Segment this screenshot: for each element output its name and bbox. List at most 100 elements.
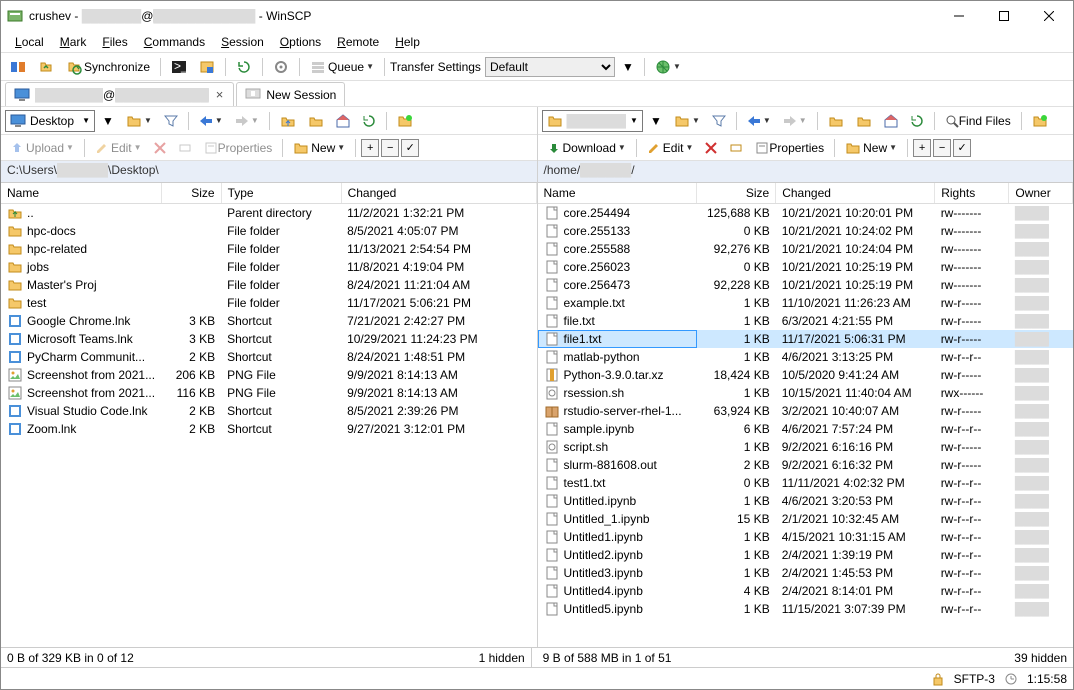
remote-home-button[interactable] (879, 110, 903, 132)
minimize-button[interactable] (936, 2, 981, 31)
list-item[interactable]: file1.txt1 KB11/17/2021 5:06:31 PMrw-r--… (538, 330, 1073, 348)
menu-commands[interactable]: Commands (136, 33, 213, 51)
col-size[interactable]: Size (161, 183, 221, 204)
remote-new-button[interactable]: New▼ (840, 137, 902, 159)
local-forward-button[interactable]: ▼ (230, 110, 264, 132)
list-item[interactable]: core.254494125,688 KB10/21/2021 10:20:01… (538, 204, 1073, 223)
upload-button[interactable]: Upload▼ (5, 137, 79, 159)
remote-filter-button[interactable] (707, 110, 731, 132)
maximize-button[interactable] (981, 2, 1026, 31)
menu-session[interactable]: Session (213, 33, 272, 51)
list-item[interactable]: Untitled4.ipynb4 KB2/4/2021 8:14:01 PMrw… (538, 582, 1073, 600)
local-properties-button[interactable]: Properties (199, 137, 278, 159)
local-minus-button[interactable]: − (381, 139, 399, 157)
list-item[interactable]: Untitled.ipynb1 KB4/6/2021 3:20:53 PMrw-… (538, 492, 1073, 510)
list-item[interactable]: Untitled1.ipynb1 KB4/15/2021 10:31:15 AM… (538, 528, 1073, 546)
session-tab-active[interactable]: ████████@███████████ × (5, 82, 234, 106)
remote-delete-button[interactable] (700, 137, 722, 159)
list-item[interactable]: Python-3.9.0.tar.xz18,424 KB10/5/2020 9:… (538, 366, 1073, 384)
list-item[interactable]: script.sh1 KB9/2/2021 6:16:16 PMrw-r----… (538, 438, 1073, 456)
list-item[interactable]: Untitled3.ipynb1 KB2/4/2021 1:45:53 PMrw… (538, 564, 1073, 582)
local-open-folder-button[interactable]: ▼ (121, 110, 157, 132)
compare-dirs-button[interactable] (5, 56, 31, 78)
local-root-button[interactable] (303, 110, 329, 132)
sync-browse-button[interactable] (33, 56, 59, 78)
menu-help[interactable]: Help (387, 33, 428, 51)
list-item[interactable]: core.2560230 KB10/21/2021 10:25:19 PMrw-… (538, 258, 1073, 276)
list-item[interactable]: ..Parent directory11/2/2021 1:32:21 PM (1, 204, 536, 223)
list-item[interactable]: hpc-docsFile folder8/5/2021 4:05:07 PM (1, 222, 536, 240)
list-item[interactable]: Untitled_1.ipynb15 KB2/1/2021 10:32:45 A… (538, 510, 1073, 528)
list-item[interactable]: rstudio-server-rhel-1...63,924 KB3/2/202… (538, 402, 1073, 420)
local-up-button[interactable] (275, 110, 301, 132)
local-rename-button[interactable] (173, 137, 197, 159)
remote-forward-button[interactable]: ▼ (778, 110, 812, 132)
col-owner[interactable]: Owner (1009, 183, 1073, 204)
col-name[interactable]: Name (538, 183, 697, 204)
col-name[interactable]: Name (1, 183, 161, 204)
list-item[interactable]: Visual Studio Code.lnk2 KBShortcut8/5/20… (1, 402, 536, 420)
queue-button[interactable]: Queue ▼ (305, 56, 379, 78)
remote-refresh-button[interactable] (905, 110, 929, 132)
list-item[interactable]: slurm-881608.out2 KB9/2/2021 6:16:32 PMr… (538, 456, 1073, 474)
col-changed[interactable]: Changed (341, 183, 536, 204)
remote-bookmarks-caret[interactable]: ▼ (645, 110, 667, 132)
add-to-putty-button[interactable] (194, 56, 220, 78)
menu-files[interactable]: Files (94, 33, 135, 51)
local-edit-button[interactable]: Edit▼ (90, 137, 147, 159)
new-session-tab[interactable]: New Session (236, 82, 345, 106)
local-new-button[interactable]: New▼ (288, 137, 350, 159)
list-item[interactable]: test1.txt0 KB11/11/2021 4:02:32 PMrw-r--… (538, 474, 1073, 492)
local-bookmarks-caret[interactable]: ▼ (97, 110, 119, 132)
list-item[interactable]: Untitled5.ipynb1 KB11/15/2021 3:07:39 PM… (538, 600, 1073, 618)
remote-file-list[interactable]: Name Size Changed Rights Owner core.2544… (538, 183, 1074, 647)
remote-open-folder-button[interactable]: ▼ (669, 110, 705, 132)
col-size[interactable]: Size (697, 183, 776, 204)
transfer-settings-select[interactable]: Default (485, 57, 615, 77)
col-type[interactable]: Type (221, 183, 341, 204)
settings-button[interactable] (268, 56, 294, 78)
col-rights[interactable]: Rights (935, 183, 1009, 204)
col-changed[interactable]: Changed (776, 183, 935, 204)
refresh-button[interactable] (231, 56, 257, 78)
local-bookmark-add-button[interactable] (392, 110, 418, 132)
menu-mark[interactable]: Mark (52, 33, 95, 51)
local-back-button[interactable]: ▼ (194, 110, 228, 132)
list-item[interactable]: Master's ProjFile folder8/24/2021 11:21:… (1, 276, 536, 294)
remote-rename-button[interactable] (724, 137, 748, 159)
local-file-list[interactable]: Name Size Type Changed ..Parent director… (1, 183, 537, 647)
list-item[interactable]: matlab-python1 KB4/6/2021 3:13:25 PMrw-r… (538, 348, 1073, 366)
local-delete-button[interactable] (149, 137, 171, 159)
list-item[interactable]: Screenshot from 2021...116 KBPNG File9/9… (1, 384, 536, 402)
list-item[interactable]: Screenshot from 2021...206 KBPNG File9/9… (1, 366, 536, 384)
find-files-button[interactable]: Find Files (940, 110, 1016, 132)
list-item[interactable]: Untitled2.ipynb1 KB2/4/2021 1:39:19 PMrw… (538, 546, 1073, 564)
local-plus-button[interactable]: + (361, 139, 379, 157)
remote-properties-button[interactable]: Properties (750, 137, 829, 159)
close-button[interactable] (1026, 2, 1071, 31)
list-item[interactable]: PyCharm Communit...2 KBShortcut8/24/2021… (1, 348, 536, 366)
local-check-button[interactable]: ✓ (401, 139, 419, 157)
remote-dir-select[interactable]: ███████ ▼ (542, 110, 643, 132)
remote-root-button[interactable] (851, 110, 877, 132)
list-item[interactable]: testFile folder11/17/2021 5:06:21 PM (1, 294, 536, 312)
close-tab-icon[interactable]: × (214, 87, 226, 102)
synchronize-button[interactable]: Synchronize (61, 56, 155, 78)
list-item[interactable]: core.25558892,276 KB10/21/2021 10:24:04 … (538, 240, 1073, 258)
local-home-button[interactable] (331, 110, 355, 132)
menu-options[interactable]: Options (272, 33, 329, 51)
transfer-settings-caret[interactable]: ▼ (617, 56, 639, 78)
remote-up-button[interactable] (823, 110, 849, 132)
list-item[interactable]: hpc-relatedFile folder11/13/2021 2:54:54… (1, 240, 536, 258)
menu-local[interactable]: Local (7, 33, 52, 51)
terminal-button[interactable]: >_ (166, 56, 192, 78)
remote-edit-button[interactable]: Edit▼ (642, 137, 699, 159)
remote-plus-button[interactable]: + (913, 139, 931, 157)
list-item[interactable]: rsession.sh1 KB10/15/2021 11:40:04 AMrwx… (538, 384, 1073, 402)
menu-remote[interactable]: Remote (329, 33, 387, 51)
list-item[interactable]: core.25647392,228 KB10/21/2021 10:25:19 … (538, 276, 1073, 294)
remote-bookmark-add-button[interactable] (1027, 110, 1053, 132)
list-item[interactable]: Zoom.lnk2 KBShortcut9/27/2021 3:12:01 PM (1, 420, 536, 438)
remote-minus-button[interactable]: − (933, 139, 951, 157)
local-filter-button[interactable] (159, 110, 183, 132)
